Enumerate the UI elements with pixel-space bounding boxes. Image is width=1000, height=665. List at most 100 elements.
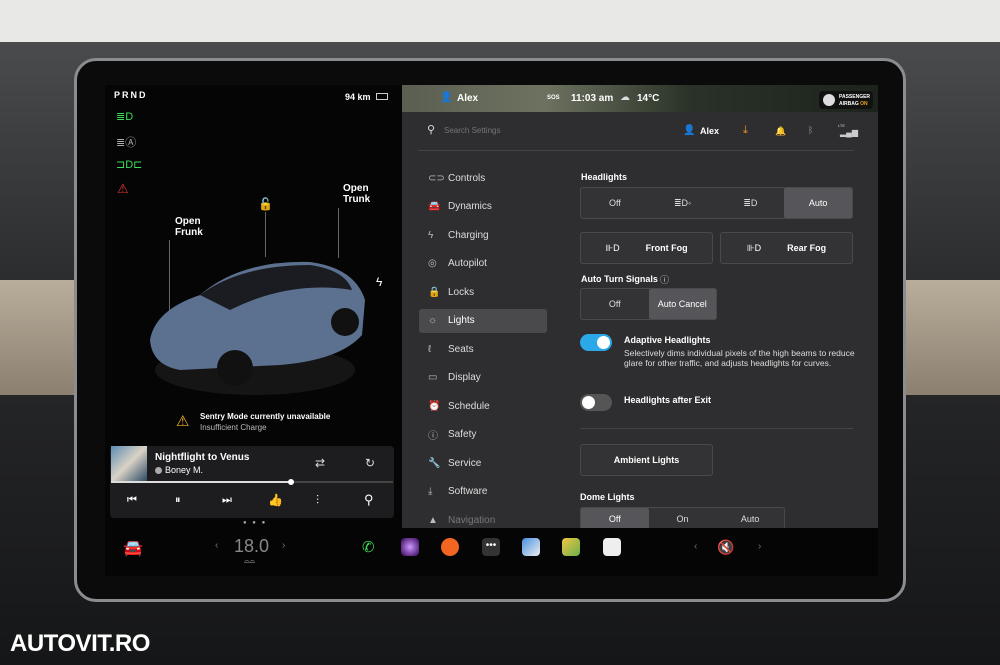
sidebar-item-autopilot[interactable]: ◎ Autopilot — [428, 252, 556, 276]
warning-icon: ⚠ — [176, 413, 190, 430]
rear-fog-button[interactable]: ⊪D Rear Fog — [720, 232, 853, 264]
lights-icon: ☼ — [428, 315, 438, 326]
sidebar-item-label: Autopilot — [448, 258, 487, 269]
toybox-app-icon[interactable] — [562, 538, 580, 556]
navigation-app-icon[interactable] — [522, 538, 540, 556]
sidebar-item-controls[interactable]: ⊂⊃ Controls — [428, 166, 556, 190]
schedule-icon: ⏰ — [428, 400, 441, 412]
head-option[interactable]: Auto — [784, 188, 852, 218]
sidebar-item-label: Service — [448, 457, 482, 469]
equalizer-icon[interactable]: ⫶ — [316, 493, 319, 508]
car-icon[interactable]: 🚘 — [123, 538, 143, 558]
sidebar-item-label: Display — [448, 372, 481, 383]
charging-icon: ϟ — [428, 229, 434, 241]
ambient-lights-button[interactable]: Ambient Lights — [580, 444, 713, 476]
sidebar-item-label: Safety — [448, 429, 477, 440]
turn-option[interactable]: Off — [581, 289, 649, 319]
sidebar-item-lights[interactable]: ☼ Lights — [419, 308, 547, 333]
album-art[interactable] — [111, 446, 147, 481]
shuffle-icon[interactable]: ⇄ — [315, 456, 325, 470]
unlock-icon[interactable]: 🔓 — [258, 197, 273, 211]
page-dots[interactable]: ● ● ● — [243, 520, 267, 526]
bell-icon[interactable]: 🔔 — [775, 126, 786, 137]
volume-up-button[interactable]: › — [758, 541, 761, 552]
clock: 11:03 am — [571, 93, 614, 104]
more-apps-icon[interactable]: ••• — [482, 538, 500, 556]
sidebar-item-label: Lights — [448, 315, 475, 326]
headlights-after-exit-toggle[interactable] — [580, 394, 612, 411]
search-settings-input[interactable] — [444, 122, 624, 138]
turn-signals-label: Auto Turn Signals — [581, 274, 658, 284]
sidebar-item-seats[interactable]: ℓ Seats — [428, 337, 556, 361]
profile-icon[interactable]: 👤 — [683, 125, 695, 136]
sidebar-item-service[interactable]: 🔧 Service — [428, 451, 556, 475]
volume-down-button[interactable]: ‹ — [694, 541, 697, 552]
download-icon[interactable]: ⤓ — [743, 124, 748, 137]
temp-down-button[interactable]: ‹ — [215, 540, 218, 551]
headlights-selector: Off ≣D◦ ≣D Auto — [580, 187, 853, 219]
turn-signals-selector: Off Auto Cancel — [580, 288, 717, 320]
pause-icon[interactable]: ⏸ — [175, 494, 181, 507]
adaptive-headlights-title: Adaptive Headlights — [624, 335, 711, 345]
gear-indicator: PRND — [114, 90, 148, 100]
progress-track[interactable] — [111, 479, 393, 485]
phone-icon[interactable]: ✆ — [362, 538, 375, 556]
weather-cloud-icon: ☁ — [620, 92, 630, 103]
safety-icon: ⓘ — [428, 431, 438, 442]
wood-trim-left — [0, 280, 80, 395]
next-track-icon[interactable]: ⏭ — [222, 494, 232, 507]
sidebar-item-schedule[interactable]: ⏰ Schedule — [428, 394, 556, 418]
headlight-icon: ≣D — [116, 111, 134, 123]
thumbs-up-icon[interactable]: 👍 — [268, 493, 283, 507]
track-artist: Boney M. — [165, 465, 204, 475]
bluetooth-icon[interactable]: ᛒ — [808, 125, 813, 135]
dome-option[interactable]: Auto — [716, 508, 784, 530]
info-icon[interactable]: ⓘ — [660, 273, 669, 286]
open-trunk-button[interactable]: Open Trunk — [343, 183, 370, 205]
calendar-app-icon[interactable] — [603, 538, 621, 556]
search-icon[interactable]: ⚲ — [364, 492, 374, 508]
sidebar-item-label: Software — [448, 486, 488, 497]
sidebar-item-label: Controls — [448, 172, 486, 184]
sidebar-item-charging[interactable]: ϟ Charging — [428, 223, 556, 247]
sidebar-item-label: Locks — [448, 286, 475, 298]
dome-option[interactable]: Off — [581, 508, 649, 530]
dynamics-icon: 🚘 — [428, 201, 441, 212]
temp-up-button[interactable]: › — [282, 540, 285, 551]
autopilot-icon: ◎ — [428, 258, 437, 269]
seat-heater-icon[interactable]: ⌓⌓ — [244, 558, 255, 566]
mute-icon[interactable]: 🔇 — [717, 539, 734, 556]
sidebar-item-dynamics[interactable]: 🚘 Dynamics — [428, 195, 556, 219]
sidebar-item-display[interactable]: ▭ Display — [428, 366, 556, 390]
previous-track-icon[interactable]: ⏮ — [127, 494, 137, 507]
background-wall — [0, 0, 1000, 42]
airbag-line1: PASSENGER — [839, 94, 871, 100]
sos-label[interactable]: SOS — [547, 95, 560, 101]
locks-icon: 🔒 — [428, 286, 441, 298]
dome-option[interactable]: On — [649, 508, 717, 530]
head-option[interactable]: ≣D◦ — [649, 188, 717, 218]
turn-option[interactable]: Auto Cancel — [648, 289, 716, 319]
source-icon — [155, 467, 162, 474]
auto-high-beam-icon: ≣Ⓐ — [116, 137, 137, 149]
open-frunk-button[interactable]: Open Frunk — [175, 216, 203, 238]
repeat-icon[interactable]: ↻ — [365, 456, 375, 470]
front-fog-button[interactable]: ⊪D Front Fog — [580, 232, 713, 264]
head-option[interactable]: Off — [581, 188, 649, 218]
battery-icon — [376, 93, 388, 100]
charge-port-icon[interactable]: ϟ — [376, 275, 382, 289]
media-app-icon[interactable] — [441, 538, 459, 556]
profile-name[interactable]: Alex — [700, 126, 719, 136]
head-option[interactable]: ≣D — [717, 188, 785, 218]
sidebar-item-safety[interactable]: ⓘ Safety — [428, 423, 556, 447]
camera-app-icon[interactable] — [401, 538, 419, 556]
seatbelt-warning-icon: ⚠ — [117, 181, 129, 196]
controls-icon: ⊂⊃ — [428, 172, 445, 184]
sidebar-item-locks[interactable]: 🔒 Locks — [428, 280, 556, 304]
navigation-icon: ▲ — [428, 514, 438, 526]
cabin-temperature: 18.0 — [234, 536, 270, 556]
sidebar-item-software[interactable]: ⤓ Software — [428, 480, 556, 504]
signal-icon: ▂▄▆ — [840, 128, 858, 137]
status-user[interactable]: Alex — [457, 93, 478, 104]
adaptive-headlights-toggle[interactable] — [580, 334, 612, 351]
